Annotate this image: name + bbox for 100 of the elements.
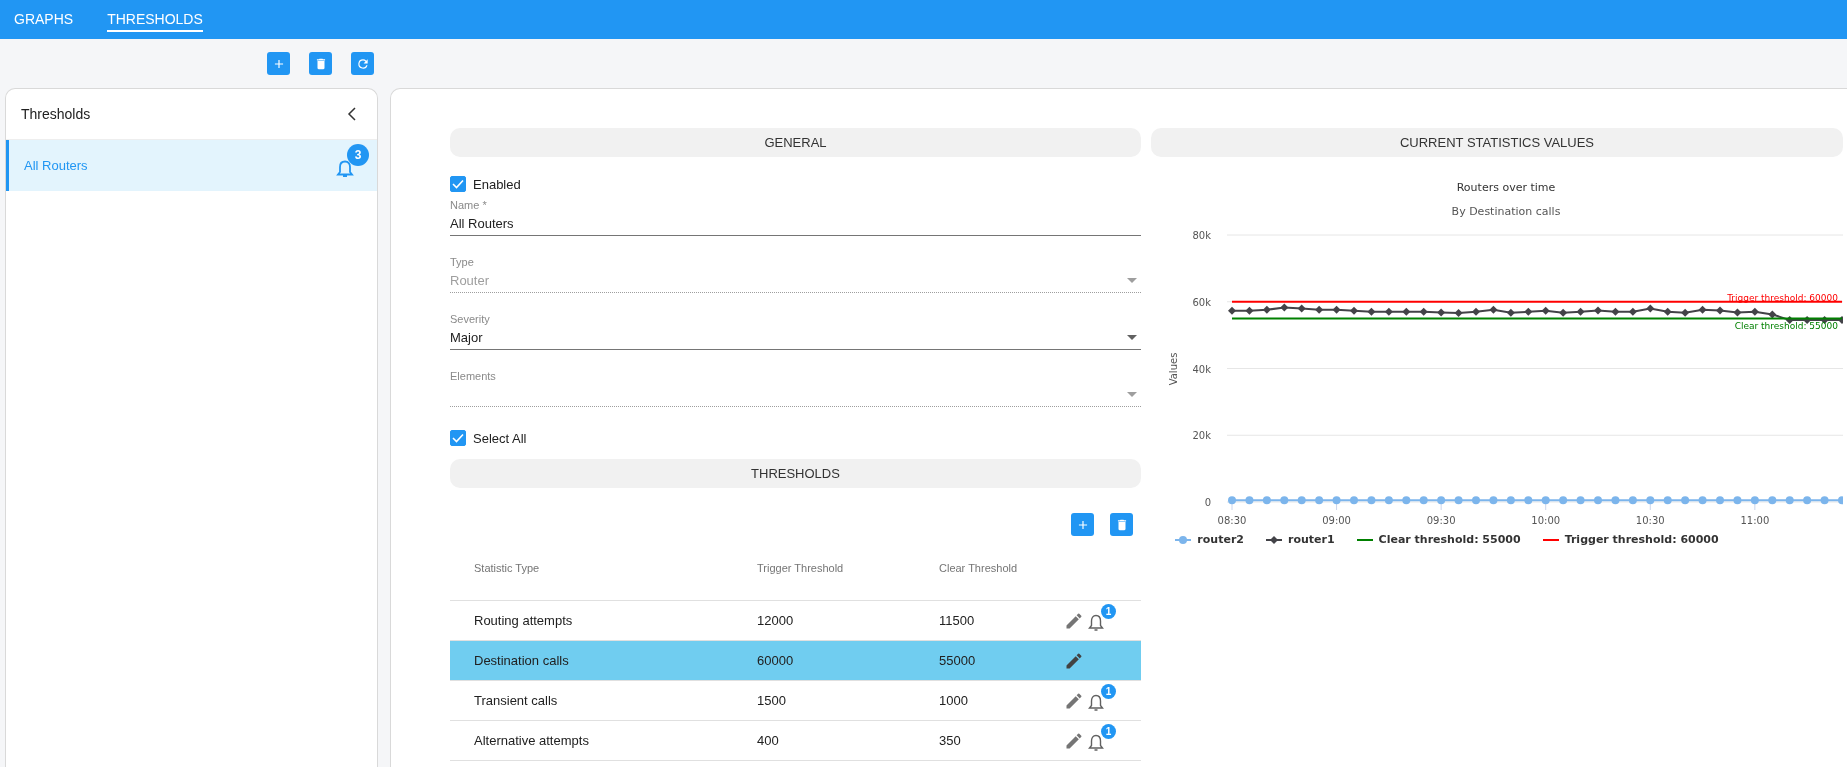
table-cell-text: 1000 — [939, 693, 969, 708]
text-field[interactable]: Name * All Routers — [450, 198, 1141, 236]
point — [1803, 496, 1812, 505]
point — [1384, 496, 1393, 505]
point — [1350, 496, 1358, 505]
edit-icon[interactable] — [1064, 610, 1084, 631]
point — [1646, 496, 1655, 505]
table-cell-text: 11500 — [939, 613, 976, 628]
x-axis-label: 09:00 — [1322, 515, 1351, 526]
point — [1541, 496, 1550, 505]
point — [1402, 496, 1411, 505]
table-cell-text: 400 — [757, 733, 780, 748]
point — [1768, 496, 1777, 505]
threshold-label: Trigger threshold: 60000 — [1727, 292, 1838, 303]
checkbox-label: Select All — [473, 430, 527, 446]
table-cell-text: Routing attempts — [474, 613, 574, 628]
chart-subtitle: By Destination calls — [1451, 205, 1561, 218]
dropdown-caret-icon — [1127, 392, 1137, 397]
column-header: Statistic Type — [474, 562, 541, 574]
x-axis-label: 11:00 — [1740, 515, 1770, 526]
table-cell-text: 60000 — [757, 653, 795, 668]
table-row[interactable]: Transient calls 1500 1000 1 — [450, 681, 1141, 721]
alarm-count-badge: 3 — [347, 144, 369, 166]
table-cell-text: Transient calls — [474, 693, 559, 708]
point — [1681, 496, 1690, 505]
point — [1228, 496, 1236, 505]
point — [1594, 496, 1602, 505]
y-axis-label: 80k — [1192, 230, 1211, 241]
point — [1785, 496, 1794, 505]
bell-icon — [336, 160, 354, 179]
point — [1750, 496, 1759, 505]
dropdown-caret-icon — [1127, 335, 1137, 340]
point — [1297, 496, 1306, 505]
point — [1367, 496, 1376, 505]
delete-button[interactable] — [309, 52, 332, 75]
point — [1506, 496, 1515, 505]
x-axis-label: 10:30 — [1635, 515, 1665, 526]
column-header: Clear Threshold — [939, 562, 1019, 574]
point — [1524, 496, 1533, 505]
legend-item[interactable]: router2 — [1175, 533, 1244, 546]
point — [1733, 496, 1742, 505]
point — [1280, 496, 1289, 505]
refresh-button[interactable] — [351, 52, 374, 75]
refresh-icon — [355, 56, 370, 71]
section-header: CURRENT STATISTICS VALUES — [1151, 128, 1843, 157]
column-header: Trigger Threshold — [757, 562, 845, 574]
legend-item[interactable]: Clear threshold: 55000 — [1356, 533, 1521, 546]
table-row[interactable]: Destination calls 60000 55000 — [450, 641, 1141, 681]
dropdown-field[interactable]: Severity Major — [450, 312, 1141, 350]
point — [1472, 496, 1480, 505]
point — [1576, 496, 1585, 505]
point — [1628, 496, 1637, 505]
point — [1820, 496, 1829, 505]
table-cell-text: 350 — [939, 733, 962, 748]
x-axis-label: 08:30 — [1217, 515, 1247, 526]
point — [1454, 496, 1463, 505]
select-all-checkbox[interactable] — [450, 430, 466, 446]
dropdown-caret-icon — [1127, 278, 1137, 283]
chart-title: Routers over time — [1456, 181, 1556, 194]
y-axis-label: 0 — [1204, 497, 1211, 508]
legend-item[interactable]: Trigger threshold: 60000 — [1542, 533, 1719, 546]
y-axis-label: 20k — [1192, 430, 1211, 442]
point — [1262, 496, 1271, 505]
point — [1419, 496, 1428, 505]
x-axis-label: 09:30 — [1426, 515, 1456, 526]
alarm-count-badge: 1 — [1101, 604, 1116, 619]
table-cell-text: 1500 — [757, 693, 787, 708]
alarm-count-badge: 1 — [1101, 724, 1116, 739]
edit-icon[interactable] — [1064, 730, 1084, 751]
enabled-checkbox[interactable] — [450, 176, 466, 192]
table-cell-text: 55000 — [939, 653, 977, 668]
point — [1489, 496, 1498, 505]
bell-icon[interactable] — [1088, 734, 1104, 752]
collapse-icon[interactable] — [347, 107, 356, 121]
x-axis-label: 10:00 — [1531, 515, 1561, 526]
point — [1663, 496, 1672, 505]
point — [1332, 496, 1341, 505]
table-row[interactable]: Alternative attempts 400 350 1 — [450, 721, 1141, 761]
bell-icon[interactable] — [1088, 694, 1104, 712]
legend-item[interactable]: router1 — [1265, 533, 1335, 546]
checkbox-label: Enabled — [473, 176, 521, 192]
point — [1437, 496, 1446, 505]
y-axis-label: 60k — [1192, 296, 1211, 308]
point — [1716, 496, 1724, 505]
point — [1245, 496, 1254, 505]
sidebar-title: Thresholds — [21, 106, 91, 122]
delete-button[interactable] — [1110, 513, 1133, 536]
edit-icon[interactable] — [1064, 650, 1084, 671]
point — [1559, 496, 1568, 505]
point — [1315, 496, 1324, 505]
point — [1698, 496, 1707, 505]
edit-icon[interactable] — [1064, 690, 1084, 711]
y-axis-label: 40k — [1192, 363, 1211, 375]
y-axis-title: Values — [1168, 352, 1179, 386]
table-cell-text: Destination calls — [474, 653, 570, 668]
bell-icon[interactable] — [1088, 614, 1104, 632]
section-header: THRESHOLDS — [450, 459, 1141, 488]
table-cell-text: Alternative attempts — [474, 733, 590, 748]
alarm-count-badge: 1 — [1101, 684, 1116, 699]
section-header: GENERAL — [450, 128, 1141, 157]
